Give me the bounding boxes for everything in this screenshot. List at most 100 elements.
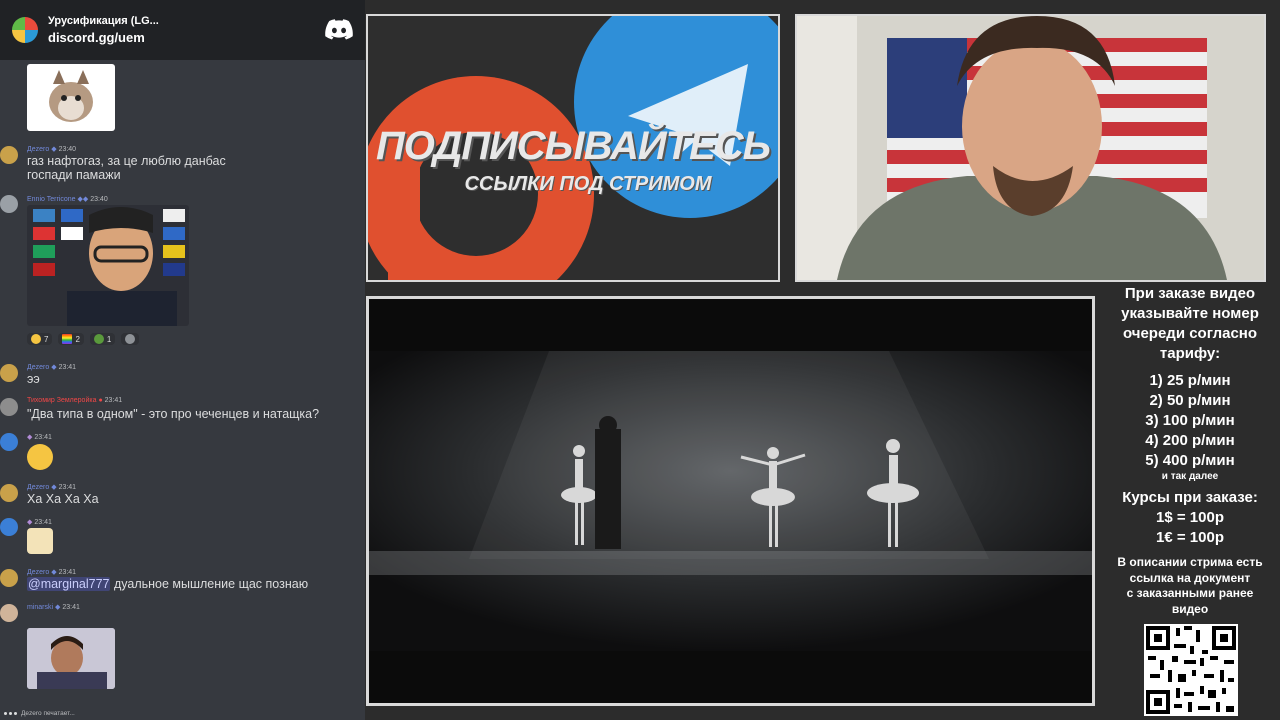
server-icon[interactable] xyxy=(12,17,38,43)
message-text: @marginal777 дуальное мышление щас позна… xyxy=(27,577,308,591)
discord-chat-panel: Урусификация (LG... discord.gg/uem Дezer… xyxy=(0,0,365,720)
badge-icon: ◆ xyxy=(51,569,57,576)
message-meta: Ennio Terricone ◆◆ 23:40 xyxy=(27,195,108,203)
price-tier: 3) 100 р/мин xyxy=(1145,412,1235,429)
timestamp: 23:41 xyxy=(104,397,123,404)
username[interactable]: Дezero xyxy=(27,146,49,153)
username[interactable]: minarski xyxy=(27,604,53,611)
message-meta: Дezero ◆ 23:41 xyxy=(27,363,76,371)
user-avatar[interactable] xyxy=(0,518,18,536)
chat-header: Урусификация (LG... discord.gg/uem xyxy=(0,0,365,60)
message-meta: ◆ 23:41 xyxy=(27,518,52,526)
laugh-emoji-icon xyxy=(31,334,41,344)
badge-icon: ◆ xyxy=(51,484,57,491)
user-avatar[interactable] xyxy=(0,604,18,622)
typing-text: Дezero печатает... xyxy=(21,710,75,717)
discord-logo-icon xyxy=(325,19,353,40)
reaction-laugh[interactable]: 7 xyxy=(27,333,53,345)
promo-title: ПОДПИСЫВАЙТЕСЬ xyxy=(375,124,771,168)
username[interactable]: Дezero xyxy=(27,484,49,491)
badge-icon: ◆ xyxy=(27,519,33,526)
subscribe-promo-panel: ПОДПИСЫВАЙТЕСЬ ССЫЛКИ ПОД СТРИМОМ xyxy=(366,14,780,282)
cat-sticker-image[interactable] xyxy=(27,64,115,131)
info-heading-line: очереди согласно xyxy=(1122,325,1258,342)
message-text: ээ xyxy=(27,372,40,386)
add-reaction-icon xyxy=(125,334,136,344)
typing-dots-icon xyxy=(4,712,17,715)
attached-photo-image[interactable] xyxy=(27,628,115,689)
message-text: "Два типа в одном" - это про чеченцев и … xyxy=(27,407,320,421)
description-line: ссылка на документ xyxy=(1129,570,1251,585)
message-text: Ха Ха Ха Ха xyxy=(27,492,99,506)
user-avatar[interactable] xyxy=(0,433,18,451)
main-video-player[interactable] xyxy=(366,296,1095,706)
user-avatar[interactable] xyxy=(0,398,18,416)
timestamp: 23:41 xyxy=(34,434,52,441)
username[interactable]: Тихомир Землеройка xyxy=(27,397,96,404)
message-meta: Дezero ◆ 23:41 xyxy=(27,568,76,576)
message-meta: minarski ◆ 23:41 xyxy=(27,603,80,611)
reaction-bar: 7 2 1 xyxy=(27,333,140,345)
price-tier: 1) 25 р/мин xyxy=(1149,372,1231,389)
qr-code-image[interactable] xyxy=(1144,624,1238,716)
price-tier: 2) 50 р/мин xyxy=(1149,392,1231,409)
webcam-screenshot-image[interactable] xyxy=(27,205,189,326)
sticker-emoji-icon xyxy=(27,528,53,554)
timestamp: 23:41 xyxy=(62,604,80,611)
info-heading-line: указывайте номер xyxy=(1121,305,1259,322)
typing-indicator: Дezero печатает... xyxy=(4,710,75,717)
user-avatar[interactable] xyxy=(0,195,18,213)
price-tier: 4) 200 р/мин xyxy=(1145,432,1235,449)
price-tier: 5) 400 р/мин xyxy=(1145,452,1235,469)
badge-icon: ◆ xyxy=(51,146,57,153)
server-name: Урусификация (LG... xyxy=(48,15,159,27)
badge-icon: ◆ xyxy=(55,604,61,611)
message-meta: Дezero ◆ 23:40 xyxy=(27,145,76,153)
pepe-emoji-icon xyxy=(93,334,104,344)
user-avatar[interactable] xyxy=(0,569,18,587)
message-meta: ◆ 23:41 xyxy=(27,433,52,441)
message-meta: Дezero ◆ 23:41 xyxy=(27,483,76,491)
rates-title: Курсы при заказе: xyxy=(1122,489,1258,506)
streamer-webcam xyxy=(795,14,1266,282)
badge-icon: ◆◆ xyxy=(77,196,89,203)
reaction-lgbt[interactable]: 2 xyxy=(58,333,84,345)
message-meta: Тихомир Землеройка ● 23:41 xyxy=(27,397,122,404)
lgbt-emoji-icon xyxy=(62,334,73,344)
message-text: госпади памажи xyxy=(27,168,121,182)
rate-line: 1$ = 100р xyxy=(1156,509,1224,526)
server-invite-link[interactable]: discord.gg/uem xyxy=(48,30,315,45)
server-info: Урусификация (LG... discord.gg/uem xyxy=(48,15,315,45)
username[interactable]: Дezero xyxy=(27,569,49,576)
user-avatar[interactable] xyxy=(0,364,18,382)
user-avatar[interactable] xyxy=(0,484,18,502)
promo-subtitle: ССЫЛКИ ПОД СТРИМОМ xyxy=(464,173,712,195)
rate-line: 1€ = 100р xyxy=(1156,529,1224,546)
username[interactable]: Дezero xyxy=(27,364,49,371)
description-line: с заказанными ранее xyxy=(1126,586,1254,600)
badge-icon: ● xyxy=(98,397,103,404)
badge-icon: ◆ xyxy=(51,364,57,371)
description-line: В описании стрима есть xyxy=(1117,555,1263,569)
laughing-emoji-icon xyxy=(27,444,53,470)
username[interactable]: Ennio Terricone xyxy=(27,196,76,203)
info-heading-line: тарифу: xyxy=(1159,345,1221,362)
timestamp: 23:41 xyxy=(34,519,52,526)
stream-layout: Урусификация (LG... discord.gg/uem Дezer… xyxy=(0,0,1280,720)
user-avatar[interactable] xyxy=(0,146,18,164)
message-body: дуальное мышление щас познаю xyxy=(113,577,309,591)
order-info-panel: При заказе видео указывайте номер очеред… xyxy=(1100,284,1280,617)
user-mention[interactable]: @marginal777 xyxy=(27,577,111,591)
timestamp: 23:41 xyxy=(58,569,77,576)
add-reaction-button[interactable] xyxy=(121,333,140,345)
timestamp: 23:40 xyxy=(90,196,108,203)
timestamp: 23:41 xyxy=(58,484,77,491)
webcam-feed-image xyxy=(797,16,1264,280)
timestamp: 23:41 xyxy=(58,364,77,371)
reaction-pepe[interactable]: 1 xyxy=(89,333,116,345)
ballet-video-frame xyxy=(369,299,1092,703)
timestamp: 23:40 xyxy=(58,146,77,153)
price-etc: и так далее xyxy=(1161,471,1219,482)
badge-icon: ◆ xyxy=(27,434,33,441)
message-text: газ нафтогаз, за це люблю данбас xyxy=(27,154,226,168)
